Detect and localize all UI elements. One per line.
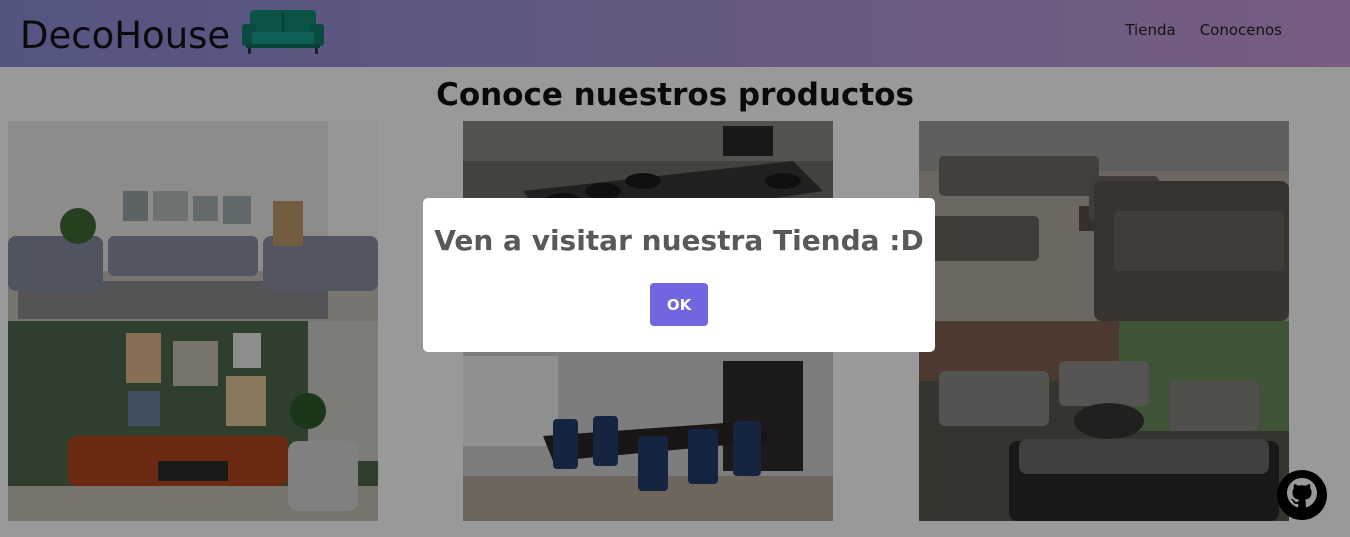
alert-modal: Ven a visitar nuestra Tienda :D OK [423,198,935,352]
ok-button[interactable]: OK [650,283,708,326]
modal-title: Ven a visitar nuestra Tienda :D [434,224,924,257]
